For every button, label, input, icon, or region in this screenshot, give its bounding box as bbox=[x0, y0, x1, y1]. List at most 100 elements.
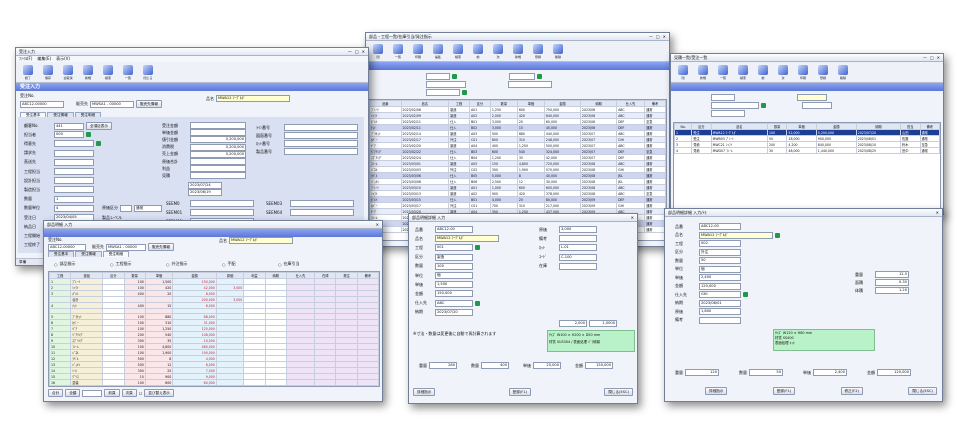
toolbar-button-4[interactable]: 前 bbox=[755, 64, 771, 81]
radio-option[interactable]: ○ 工程指示 bbox=[110, 261, 132, 267]
table-row[interactable]: 4 見積 MWD07 ﾌﾚｰﾑ 30 48,000 1,440,000 2023/08/25… bbox=[674, 147, 940, 154]
close-button[interactable]: ✕ bbox=[663, 34, 666, 39]
toolbar-button-8[interactable]: 削除 bbox=[835, 64, 851, 81]
tab-0[interactable]: 受注基本 bbox=[48, 251, 75, 257]
bottom-field[interactable]: 120 bbox=[685, 369, 719, 376]
detail-field[interactable]: 2,400 bbox=[699, 274, 741, 281]
detail-field[interactable]: 1,500 bbox=[435, 281, 473, 289]
radio-circle[interactable]: ○ bbox=[222, 262, 226, 267]
filter-field-3[interactable] bbox=[426, 81, 466, 88]
toolbar-button-4[interactable]: 検索 bbox=[100, 64, 116, 81]
detail-field[interactable]: 1,800 bbox=[699, 308, 741, 315]
date-field[interactable]: 2023/06/19 bbox=[188, 189, 222, 196]
search-icon[interactable] bbox=[86, 132, 91, 138]
filter-field-2[interactable] bbox=[797, 94, 827, 101]
filter-field-4[interactable] bbox=[802, 102, 832, 109]
measure-field[interactable]: 12.5 bbox=[875, 271, 909, 278]
bottom-field[interactable]: 150,000 bbox=[585, 362, 613, 369]
toolbar-button-5[interactable]: 前 bbox=[470, 43, 486, 60]
footer-button-1[interactable]: 全額 bbox=[65, 389, 81, 397]
search-icon[interactable] bbox=[775, 232, 780, 238]
footer-button-0[interactable]: 合計 bbox=[48, 389, 64, 397]
field-input[interactable] bbox=[54, 177, 94, 185]
filter-field-2[interactable] bbox=[509, 73, 535, 80]
radio-circle[interactable]: ○ bbox=[54, 262, 58, 267]
close-button[interactable]: ✕ bbox=[376, 222, 379, 227]
detail-field[interactable]: GHI bbox=[699, 291, 741, 298]
dept-field[interactable]: MWSA1 - 00000 bbox=[90, 100, 134, 108]
action-button-0[interactable]: 詳細指示 bbox=[413, 388, 436, 396]
detail-field[interactable]: 個 bbox=[699, 265, 741, 273]
field-input[interactable]: 441 bbox=[54, 122, 84, 130]
action-button-2[interactable]: 閉じる(ESC) bbox=[604, 388, 633, 396]
bottom-field[interactable]: 400 bbox=[481, 362, 509, 369]
detail-field[interactable]: 2023/07/20 bbox=[435, 308, 473, 316]
close-button[interactable]: ✕ bbox=[631, 215, 634, 220]
detail-field[interactable] bbox=[559, 262, 597, 270]
detail-field[interactable]: ABC bbox=[435, 299, 473, 307]
right-field[interactable] bbox=[284, 132, 358, 139]
footer-button-3[interactable]: 次頁 bbox=[121, 389, 137, 397]
bottom-field[interactable]: 2,400 bbox=[813, 369, 847, 376]
search-icon-3[interactable] bbox=[462, 90, 467, 95]
filter-field-4[interactable] bbox=[508, 81, 552, 88]
amount-field[interactable]: 5,200,000 bbox=[190, 150, 246, 158]
detail-field[interactable]: 002 bbox=[699, 240, 741, 247]
amount-field[interactable] bbox=[190, 122, 246, 129]
search-icon[interactable] bbox=[475, 245, 480, 251]
dept-info-button[interactable]: 販売先情報 bbox=[148, 243, 174, 251]
level-select[interactable]: 通常 bbox=[134, 204, 162, 212]
field-input[interactable] bbox=[54, 149, 94, 157]
total-field-2[interactable]: 1,0000 bbox=[589, 320, 617, 327]
toolbar-button-2[interactable]: 印刷 bbox=[410, 43, 426, 60]
customer-field[interactable]: MWA12 ﾏｰｸﾞﾙｶﾞ bbox=[216, 95, 290, 102]
field-input[interactable]: 4 bbox=[54, 204, 94, 212]
minimize-button[interactable]: — bbox=[923, 55, 927, 60]
action-button-1[interactable]: 登録(F1) bbox=[772, 387, 796, 395]
search-icon[interactable] bbox=[743, 292, 748, 297]
detail-field[interactable]: 外注 bbox=[699, 248, 741, 256]
field-input[interactable] bbox=[54, 168, 94, 175]
action-button-1[interactable]: 登録(F1) bbox=[508, 388, 532, 396]
detail-field[interactable]: MWA12 ﾏｰｸﾞﾙｶﾞ bbox=[699, 231, 773, 239]
search-icon-2[interactable] bbox=[537, 74, 542, 79]
filter-field[interactable] bbox=[426, 73, 450, 80]
field-input[interactable] bbox=[54, 186, 94, 194]
toolbar-button-1[interactable]: 保存 bbox=[40, 64, 56, 81]
amount-field[interactable]: 5,200,000 bbox=[190, 136, 246, 144]
tab-1[interactable]: 受注情報 bbox=[75, 251, 102, 257]
close-button[interactable]: ✕ bbox=[362, 49, 365, 54]
detail-field[interactable]: MWA12 ﾏｰｸﾞﾙｶﾞ bbox=[435, 235, 499, 243]
radio-option[interactable]: ○ 外注指示 bbox=[166, 261, 188, 267]
search-icon[interactable] bbox=[96, 141, 101, 147]
toolbar-button-7[interactable]: 新規 bbox=[510, 43, 526, 60]
radio-option[interactable]: ○ 在庫引当 bbox=[278, 261, 300, 267]
toolbar-button-3[interactable]: 新規 bbox=[80, 64, 96, 81]
filter-field-5[interactable] bbox=[711, 110, 745, 117]
toolbar-button-2[interactable]: 全取消 bbox=[60, 64, 76, 81]
menu-item-2[interactable]: 表示(V) bbox=[56, 56, 70, 62]
menu-item-0[interactable]: ﾌｧｲﾙ(F) bbox=[19, 56, 32, 62]
menu-item-1[interactable]: 編集(E) bbox=[37, 56, 51, 62]
field-input[interactable]: 1 bbox=[54, 195, 94, 203]
total-field-1[interactable]: 2,000 bbox=[559, 320, 587, 327]
filter-field-5[interactable] bbox=[426, 89, 460, 96]
toolbar-button-2[interactable]: 一覧 bbox=[715, 64, 731, 81]
search-icon[interactable] bbox=[452, 74, 457, 79]
right-field[interactable] bbox=[284, 148, 358, 155]
bottom-field[interactable]: 280 bbox=[429, 362, 457, 369]
detail-field[interactable]: C-100 bbox=[559, 253, 597, 261]
toolbar-button-9[interactable]: 削除 bbox=[550, 43, 566, 60]
amount-field[interactable] bbox=[190, 165, 246, 173]
toolbar-button-0[interactable]: 終了 bbox=[20, 64, 36, 81]
toolbar-button-7[interactable]: 登録 bbox=[815, 64, 831, 81]
dept-field[interactable]: MWSA1 - 00000 bbox=[106, 243, 146, 251]
detail-field[interactable]: 3,000 bbox=[559, 226, 597, 233]
right-field[interactable] bbox=[284, 124, 358, 131]
measure-field[interactable]: 0.35 bbox=[875, 279, 909, 286]
customer-field[interactable]: MWA12 ﾏｰｸﾞﾙｶﾞ bbox=[229, 237, 293, 244]
dept-info-button[interactable]: 販売先情報 bbox=[136, 100, 162, 108]
toolbar-button-1[interactable]: 新規 bbox=[695, 64, 711, 81]
bottom-field[interactable]: 50 bbox=[749, 369, 783, 376]
detail-field[interactable]: 100 bbox=[435, 262, 473, 270]
